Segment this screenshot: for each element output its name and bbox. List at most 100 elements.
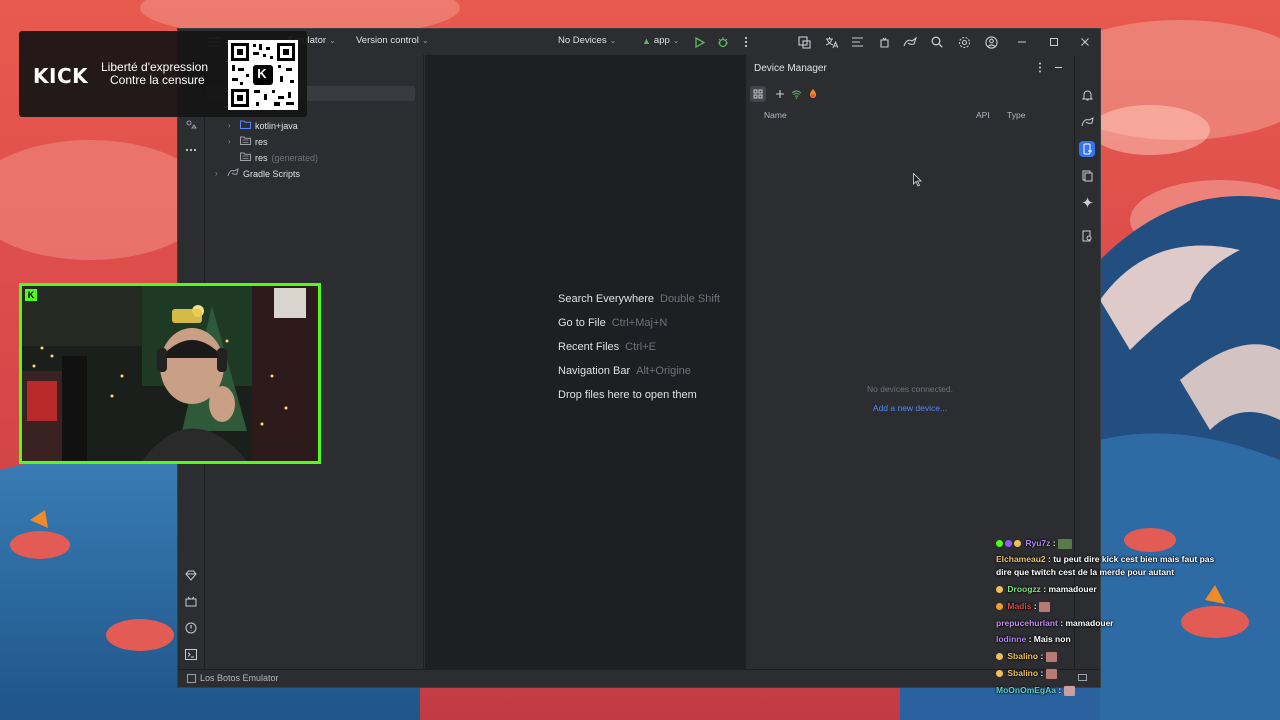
debug-icon[interactable] xyxy=(715,34,731,50)
android-icon: ▲ xyxy=(642,35,651,46)
notifications-icon[interactable] xyxy=(1079,87,1095,103)
column-header-name[interactable]: Name xyxy=(764,110,787,120)
hide-panel-icon[interactable] xyxy=(1054,63,1063,75)
status-project-name[interactable]: Los Botos Emulator xyxy=(200,673,279,683)
version-control-label: Version control xyxy=(356,35,419,46)
qr-center-mark: K xyxy=(257,65,267,81)
tree-item-label: Gradle Scripts xyxy=(243,168,301,179)
device-mirror-icon[interactable] xyxy=(876,34,892,50)
status-bar: Los Botos Emulator xyxy=(178,669,1100,687)
sync-gradle-icon[interactable] xyxy=(902,34,918,50)
logcat-icon[interactable] xyxy=(849,34,865,50)
device-explorer-icon[interactable] xyxy=(1079,168,1095,184)
resource-folder-icon xyxy=(240,152,251,163)
chat-username: Elchameau2 xyxy=(996,554,1046,564)
tree-item-res-generated[interactable]: res (generated) xyxy=(240,152,318,163)
device-selector-label: No Devices xyxy=(558,35,607,46)
chat-message: Elchameau2 : tu peut dire kick cest bien… xyxy=(996,554,1215,577)
chat-message: Sbalino : xyxy=(996,667,1057,680)
more-tools-icon[interactable] xyxy=(183,142,199,158)
device-grid-icon[interactable] xyxy=(750,86,766,102)
column-header-type[interactable]: Type xyxy=(1007,110,1025,120)
chat-emote-icon xyxy=(1057,538,1072,549)
run-config-selector[interactable]: ▲ app ⌄ xyxy=(642,35,679,46)
close-icon[interactable] xyxy=(1077,34,1093,50)
welcome-action-label: Navigation Bar xyxy=(558,365,631,377)
minimize-icon[interactable] xyxy=(1014,34,1030,50)
banner-subtagline: Contre la censure xyxy=(110,73,205,87)
tree-item-res[interactable]: › res xyxy=(228,136,268,147)
chat-message: prepucehurlant : mamadouer xyxy=(996,618,1114,628)
gem-icon[interactable] xyxy=(183,567,199,583)
project-window-icon[interactable] xyxy=(187,674,196,686)
chat-username: Sbalino xyxy=(1007,651,1039,661)
chevron-down-icon: ⌄ xyxy=(672,36,680,45)
welcome-action-label: Drop files here to open them xyxy=(558,389,697,401)
settings-icon[interactable] xyxy=(956,34,972,50)
chat-username: prepucehurlant xyxy=(996,618,1058,628)
chevron-right-icon: › xyxy=(215,169,218,178)
welcome-go-to-file[interactable]: Go to File Ctrl+Maj+N xyxy=(558,317,667,329)
chat-badge-icon xyxy=(996,540,1003,548)
shortcut-hint: Ctrl+Maj+N xyxy=(611,317,668,329)
firebase-device-icon[interactable] xyxy=(808,88,818,102)
shortcut-hint: Ctrl+E xyxy=(625,341,657,353)
layout-inspector-icon[interactable] xyxy=(796,34,812,50)
gradle-icon[interactable] xyxy=(1079,114,1095,130)
translate-icon[interactable] xyxy=(823,34,839,50)
shortcut-hint: Alt+Origine xyxy=(636,365,691,377)
welcome-search-everywhere[interactable]: Search Everywhere Double Shift xyxy=(558,293,720,305)
search-icon[interactable] xyxy=(929,34,945,50)
chat-badge-icon xyxy=(1014,540,1021,548)
chat-message: Madis : xyxy=(996,600,1051,613)
account-icon[interactable] xyxy=(983,34,999,50)
welcome-drop-files: Drop files here to open them xyxy=(558,389,697,401)
chat-badge-icon xyxy=(1005,540,1012,548)
wifi-pairing-icon[interactable] xyxy=(791,89,802,102)
terminal-icon[interactable] xyxy=(183,646,199,662)
column-header-api[interactable]: API xyxy=(976,110,990,120)
run-icon[interactable] xyxy=(692,34,708,50)
chat-message: MoOnOmEgAa : xyxy=(996,684,1075,697)
chevron-down-icon: ⌄ xyxy=(609,36,617,45)
chat-text: mamadouer xyxy=(1065,618,1114,628)
device-manager-title: Device Manager xyxy=(754,63,827,74)
status-chat-icon[interactable] xyxy=(1078,674,1087,686)
chat-badge-icon xyxy=(996,586,1003,594)
resource-folder-icon xyxy=(240,136,251,147)
chat-badge-icon xyxy=(996,603,1003,611)
chat-emote-icon xyxy=(1045,668,1057,679)
version-control-menu[interactable]: Version control ⌄ xyxy=(356,35,429,46)
device-manager-icon[interactable] xyxy=(1079,141,1095,157)
maximize-icon[interactable] xyxy=(1046,34,1062,50)
welcome-navigation-bar[interactable]: Navigation Bar Alt+Origine xyxy=(558,365,691,377)
chat-username: Madis xyxy=(1007,601,1032,611)
kick-badge-icon: K xyxy=(25,289,37,301)
welcome-recent-files[interactable]: Recent Files Ctrl+E xyxy=(558,341,656,353)
problems-icon[interactable] xyxy=(183,620,199,636)
tree-item-kotlin-java[interactable]: › kotlin+java xyxy=(228,120,298,131)
gemini-icon[interactable] xyxy=(1079,194,1095,210)
chevron-right-icon: › xyxy=(228,137,231,146)
more-vert-icon[interactable] xyxy=(738,34,754,50)
chat-badge-icon xyxy=(996,653,1003,661)
kick-logo: KICK xyxy=(33,64,89,88)
running-devices-icon[interactable] xyxy=(1079,228,1095,244)
folder-icon xyxy=(240,120,251,131)
chat-emote-icon xyxy=(1045,651,1057,662)
shortcut-hint: Double Shift xyxy=(660,293,720,305)
chat-username: Sbalino xyxy=(1007,668,1039,678)
tree-item-gradle-scripts[interactable]: › Gradle Scripts xyxy=(215,168,300,179)
resource-manager-icon[interactable] xyxy=(183,117,199,133)
chat-text: Mais non xyxy=(1033,634,1071,644)
add-device-icon[interactable] xyxy=(775,89,785,102)
welcome-action-label: Go to File xyxy=(558,317,606,329)
gradle-icon xyxy=(227,168,239,179)
banner-tagline: Liberté d'expression xyxy=(101,60,209,74)
add-new-device-link[interactable]: Add a new device... xyxy=(746,403,1074,413)
editor-empty-state: Search Everywhere Double Shift Go to File… xyxy=(425,55,745,669)
chevron-down-icon: ⌄ xyxy=(329,36,336,45)
device-selector[interactable]: No Devices ⌄ xyxy=(558,35,616,46)
app-inspection-icon[interactable] xyxy=(183,593,199,609)
more-vert-icon[interactable] xyxy=(1038,62,1042,76)
